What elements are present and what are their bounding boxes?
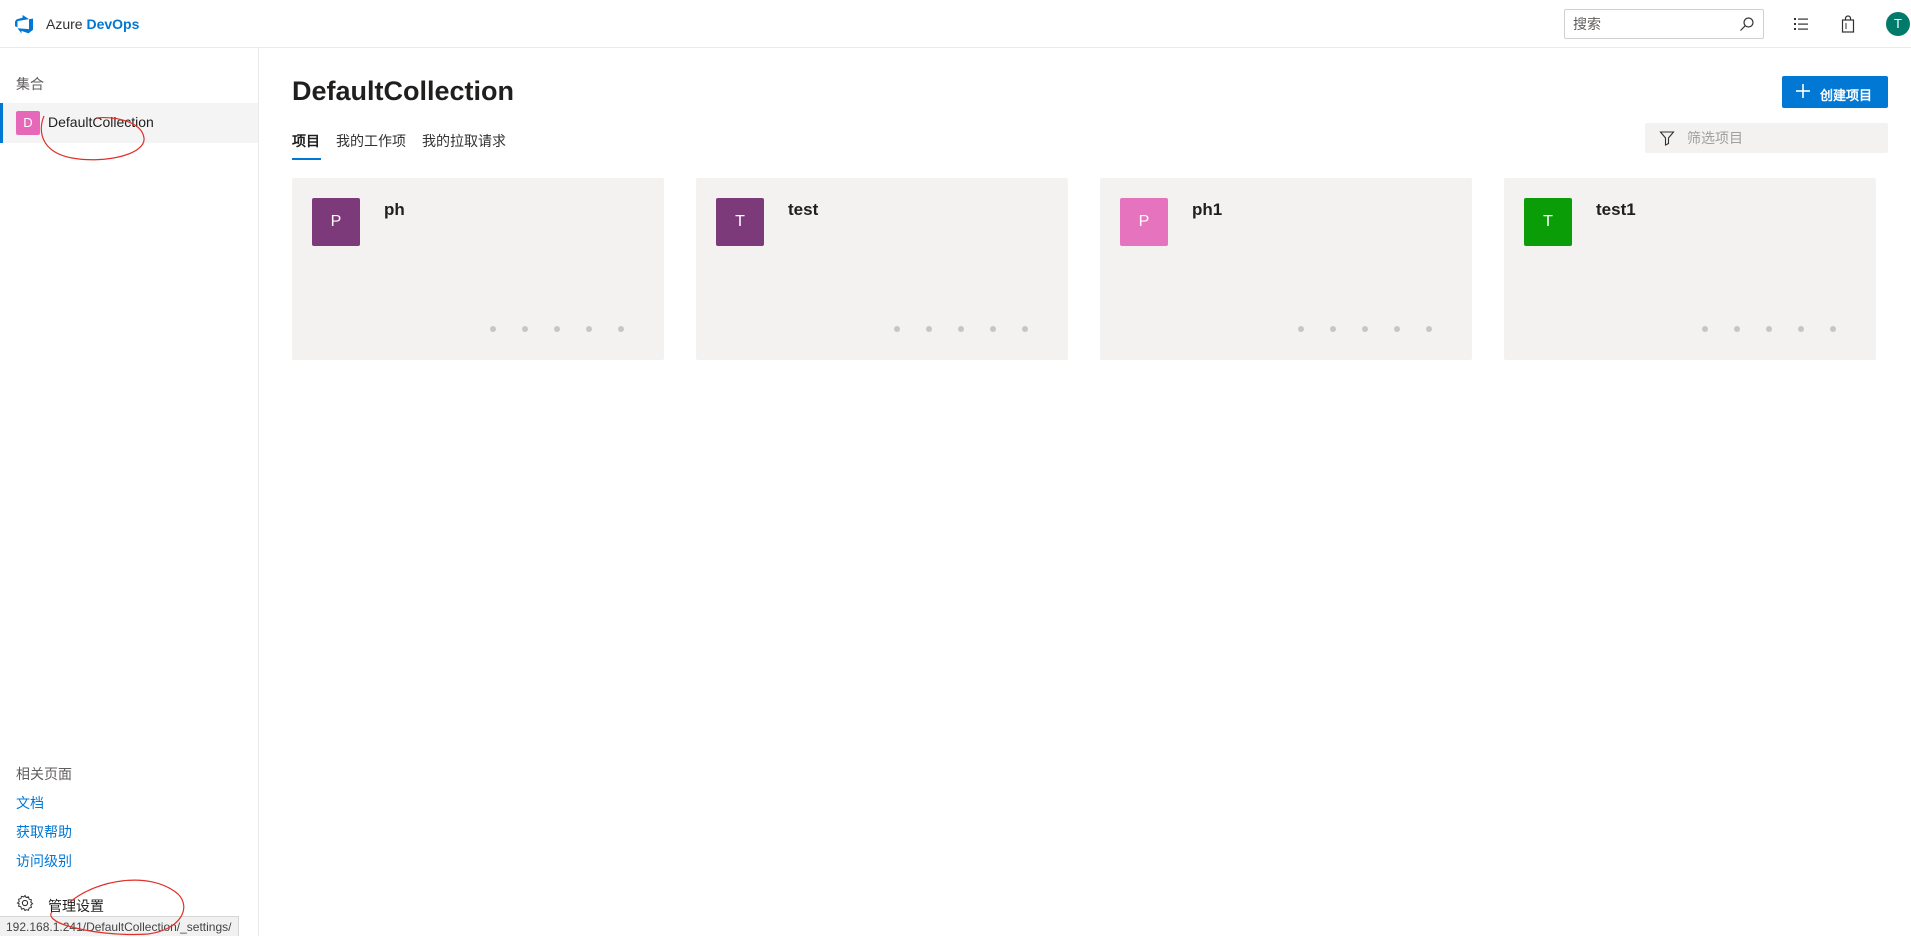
dot xyxy=(1766,326,1772,332)
collection-label: DefaultCollection xyxy=(48,114,154,130)
dot xyxy=(554,326,560,332)
related-pages-title: 相关页面 xyxy=(16,766,72,782)
dot xyxy=(1702,326,1708,332)
tab-my-pull-requests[interactable]: 我的拉取请求 xyxy=(422,131,506,151)
brand-title[interactable]: Azure DevOps xyxy=(46,16,139,32)
project-name[interactable]: test xyxy=(788,200,818,220)
dot xyxy=(1022,326,1028,332)
status-bar-url: 192.168.1.241/DefaultCollection/_setting… xyxy=(0,916,239,936)
project-avatar: T xyxy=(1524,198,1572,246)
admin-settings-label: 管理设置 xyxy=(48,898,104,914)
collections-section-title: 集合 xyxy=(16,76,44,92)
dot xyxy=(958,326,964,332)
dot xyxy=(1734,326,1740,332)
filter-icon xyxy=(1659,131,1675,146)
dot xyxy=(926,326,932,332)
project-card-ph1[interactable]: P ph1 xyxy=(1100,178,1472,360)
search-box[interactable] xyxy=(1564,9,1764,39)
project-avatar: P xyxy=(1120,198,1168,246)
dot xyxy=(1798,326,1804,332)
project-name[interactable]: ph1 xyxy=(1192,200,1222,220)
dot xyxy=(1830,326,1836,332)
dot xyxy=(894,326,900,332)
dot xyxy=(1426,326,1432,332)
link-access-levels[interactable]: 访问级别 xyxy=(16,851,72,871)
dot xyxy=(522,326,528,332)
create-project-button[interactable]: 创建项目 xyxy=(1782,76,1888,108)
tab-projects[interactable]: 项目 xyxy=(292,131,320,151)
dot xyxy=(1394,326,1400,332)
dot xyxy=(1362,326,1368,332)
link-docs[interactable]: 文档 xyxy=(16,793,44,813)
sidebar-item-defaultcollection[interactable]: D DefaultCollection xyxy=(0,103,258,143)
marketplace-bag-icon[interactable] xyxy=(1838,14,1858,34)
selected-indicator xyxy=(0,103,3,143)
user-avatar[interactable]: T xyxy=(1886,12,1910,36)
dot xyxy=(1298,326,1304,332)
project-card-ph[interactable]: P ph xyxy=(292,178,664,360)
filter-box[interactable] xyxy=(1645,123,1888,153)
sidebar: 集合 D DefaultCollection 相关页面 文档 获取帮助 访问级别… xyxy=(0,48,259,936)
tab-my-work-items[interactable]: 我的工作项 xyxy=(336,131,406,151)
project-card-test[interactable]: T test xyxy=(696,178,1068,360)
brand-azure: Azure xyxy=(46,16,83,32)
plus-icon xyxy=(1796,84,1810,98)
dot xyxy=(490,326,496,332)
search-input[interactable] xyxy=(1571,15,1735,33)
project-avatar: P xyxy=(312,198,360,246)
search-icon[interactable] xyxy=(1739,16,1755,32)
filter-input[interactable] xyxy=(1685,129,1879,147)
project-avatar: T xyxy=(716,198,764,246)
project-name[interactable]: ph xyxy=(384,200,405,220)
dot xyxy=(586,326,592,332)
create-project-label: 创建项目 xyxy=(1820,88,1873,103)
dot xyxy=(1330,326,1336,332)
dot xyxy=(990,326,996,332)
collection-avatar: D xyxy=(16,111,40,135)
active-tab-underline xyxy=(292,158,321,160)
azure-devops-logo-icon[interactable] xyxy=(12,12,36,36)
top-bar: Azure DevOps T xyxy=(0,0,1911,48)
brand-devops: DevOps xyxy=(86,16,140,32)
project-card-test1[interactable]: T test1 xyxy=(1504,178,1876,360)
task-list-icon[interactable] xyxy=(1791,14,1811,34)
project-name[interactable]: test1 xyxy=(1596,200,1636,220)
page-title: DefaultCollection xyxy=(292,76,515,106)
link-get-help[interactable]: 获取帮助 xyxy=(16,822,72,842)
gear-icon xyxy=(16,894,34,912)
dot xyxy=(618,326,624,332)
